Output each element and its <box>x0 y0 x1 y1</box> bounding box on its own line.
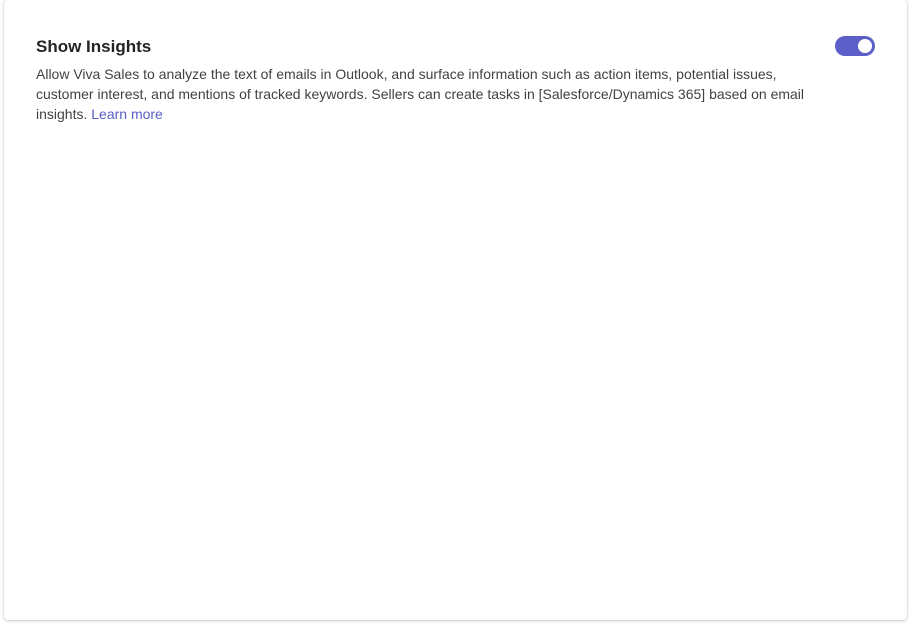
setting-title: Show Insights <box>36 37 152 56</box>
learn-more-link[interactable]: Learn more <box>91 106 163 122</box>
show-insights-toggle[interactable] <box>835 36 875 56</box>
toggle-knob <box>858 39 872 53</box>
settings-card: Show Insights Allow Viva Sales to analyz… <box>4 0 907 620</box>
setting-description: Allow Viva Sales to analyze the text of … <box>36 64 806 124</box>
